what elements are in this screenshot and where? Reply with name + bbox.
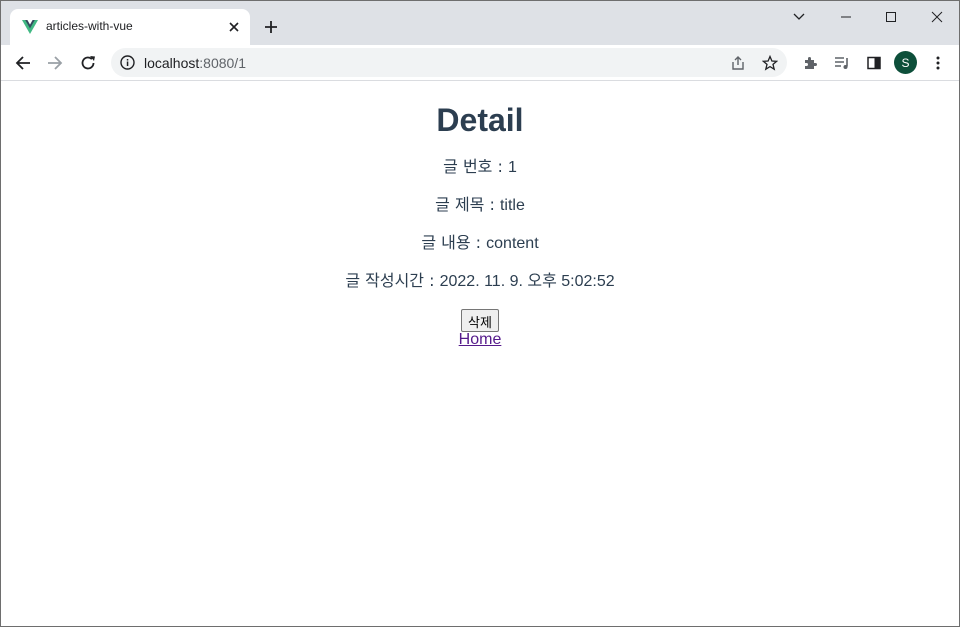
share-icon[interactable] [726, 51, 750, 75]
arrow-right-icon[interactable] [43, 51, 67, 75]
detail-row-id: 글 번호 : 1 [1, 158, 959, 177]
info-icon[interactable] [119, 54, 136, 71]
plus-icon[interactable] [261, 17, 281, 37]
page-content: Detail 글 번호 : 1 글 제목 : title 글 내용 : cont… [1, 82, 959, 626]
row-label: 글 내용 : [421, 233, 487, 252]
kebab-menu-icon[interactable] [926, 51, 950, 75]
close-window-icon[interactable] [927, 7, 947, 27]
url-text[interactable]: localhost:8080/1 [144, 55, 246, 71]
url-host: localhost [144, 55, 200, 71]
puzzle-icon[interactable] [798, 51, 822, 75]
minimize-icon[interactable] [836, 7, 856, 27]
playlist-icon[interactable] [830, 51, 854, 75]
row-value: title [499, 197, 525, 214]
detail-row-title: 글 제목 : title [1, 196, 959, 215]
row-value: 2022. 11. 9. 오후 5:02:52 [439, 273, 615, 290]
row-label: 글 번호 : [443, 157, 508, 176]
star-icon[interactable] [758, 51, 782, 75]
detail-row-content: 글 내용 : content [1, 234, 959, 253]
browser-tab[interactable]: articles-with-vue [10, 9, 250, 45]
row-value: content [486, 235, 539, 252]
close-icon[interactable] [225, 18, 243, 36]
page-title: Detail [436, 102, 524, 138]
maximize-icon[interactable] [881, 7, 901, 27]
arrow-left-icon[interactable] [11, 51, 35, 75]
detail-row-created: 글 작성시간 : 2022. 11. 9. 오후 5:02:52 [1, 272, 959, 291]
tab-title: articles-with-vue [46, 19, 133, 33]
chevron-down-icon[interactable] [789, 7, 809, 27]
browser-window: articles-with-vue localhost:8080/1 S Det… [0, 0, 960, 627]
avatar[interactable]: S [894, 51, 917, 74]
vue-logo-icon [22, 19, 38, 35]
row-label: 글 작성시간 : [345, 271, 440, 290]
delete-button[interactable]: 삭제 [461, 309, 499, 332]
tab-strip: articles-with-vue [1, 1, 959, 45]
row-value: 1 [507, 159, 517, 176]
row-label: 글 제목 : [435, 195, 500, 214]
url-path: :8080/1 [199, 55, 246, 71]
address-bar[interactable]: localhost:8080/1 [111, 48, 787, 77]
toolbar: localhost:8080/1 S [1, 45, 959, 81]
home-link[interactable]: Home [1, 331, 959, 349]
side-panel-icon[interactable] [862, 51, 886, 75]
reload-icon[interactable] [76, 51, 100, 75]
